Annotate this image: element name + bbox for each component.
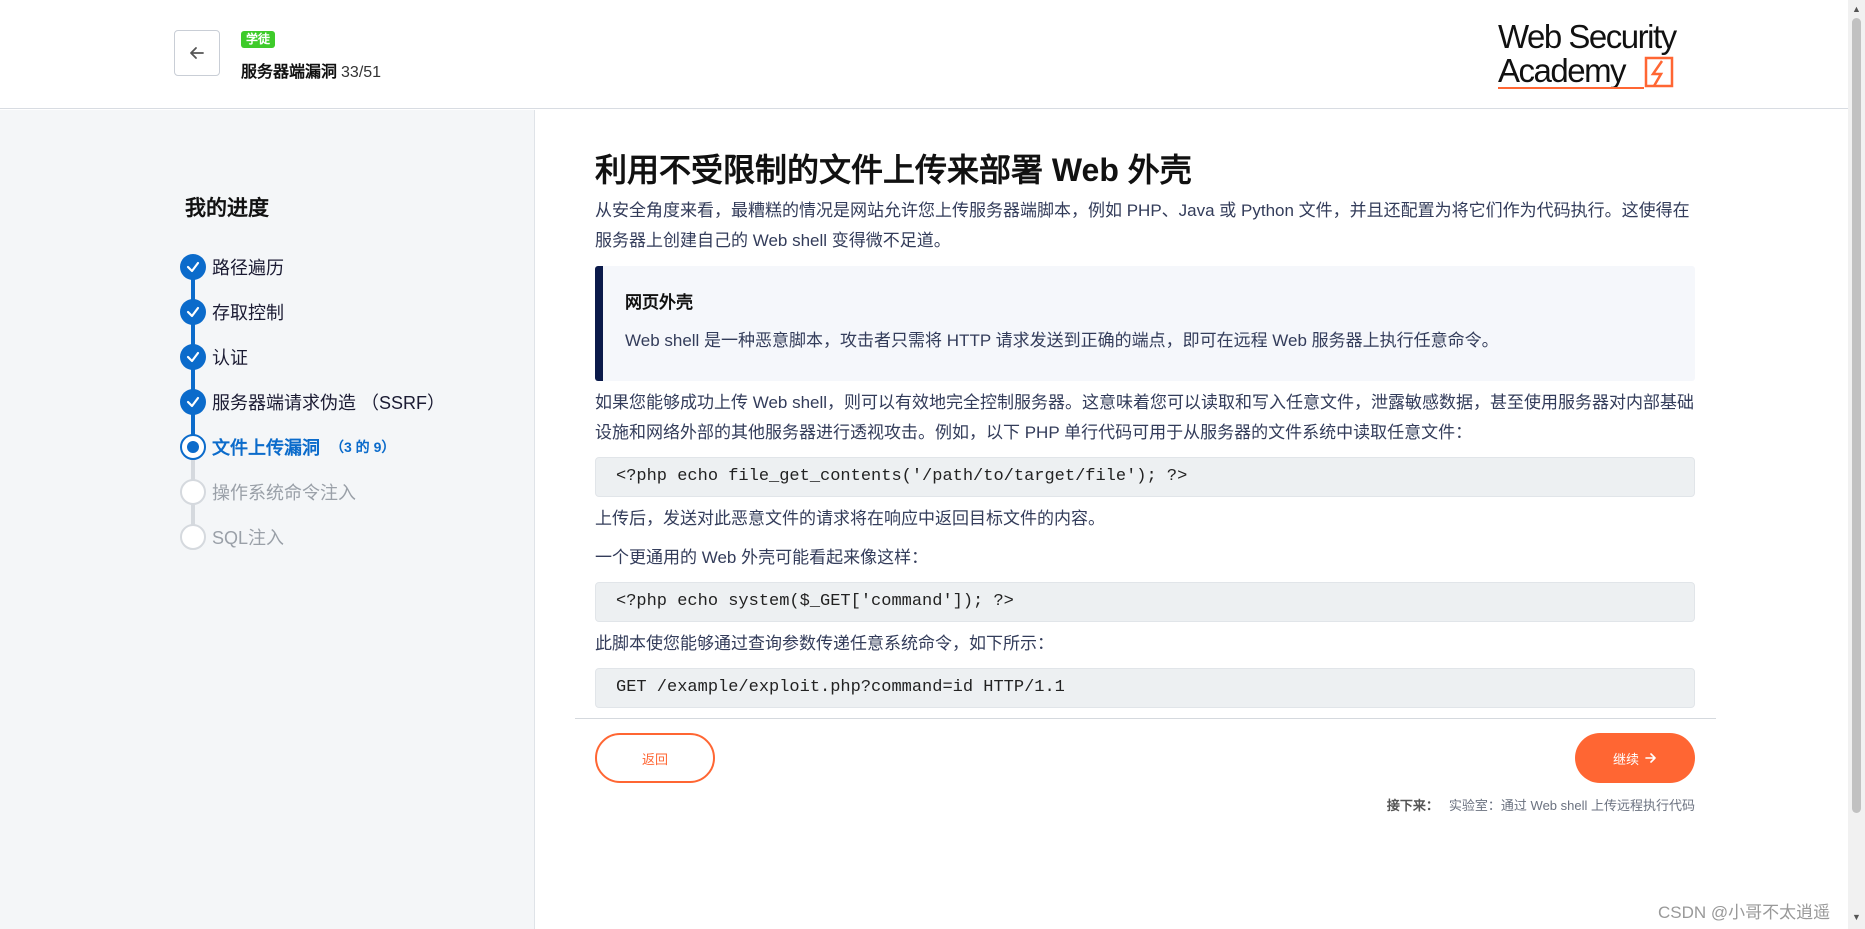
arrow-right-icon (1645, 753, 1656, 763)
footer-divider (575, 718, 1716, 719)
next-up-label: 接下来： (1386, 798, 1439, 813)
next-up-info[interactable]: 接下来： 实验室：通过 Web shell 上传远程执行代码 (1387, 795, 1695, 814)
scroll-down-icon[interactable]: ▼ (1852, 912, 1861, 922)
note-title: 网页外壳 (625, 293, 693, 312)
empty-circle-icon (180, 479, 206, 505)
paragraph-5: 此脚本使您能够通过查询参数传递任意系统命令，如下所示： (595, 634, 1054, 653)
scroll-up-icon[interactable]: ▲ (1852, 4, 1861, 14)
paragraph-3: 上传后，发送对此恶意文件的请求将在响应中返回目标文件的内容。 (595, 509, 1105, 528)
continue-button[interactable]: 继续 (1575, 733, 1695, 783)
step-label: 文件上传漏洞 (212, 438, 320, 458)
back-button[interactable] (174, 30, 220, 76)
course-progress: 服务器端漏洞 33/51 (241, 58, 381, 82)
step-sub-progress: （3 的 9） (330, 439, 396, 455)
top-header: 学徒 服务器端漏洞 33/51 Web Security Academy (0, 0, 1848, 109)
progress-sidebar: 我的进度 路径遍历 存取控制 认证 服务器端请求伪造 （SSRF） 文件上传漏洞… (0, 110, 535, 929)
step-label: 存取控制 (212, 303, 284, 323)
page-scrollbar[interactable]: ▲ ▼ (1848, 0, 1865, 929)
code-block-2: <?php echo system($_GET['command']); ?> (595, 582, 1695, 622)
page-title: 利用不受限制的文件上传来部署 Web 外壳 (595, 152, 1192, 188)
web-shell-note: 网页外壳 Web shell 是一种恶意脚本，攻击者只需将 HTTP 请求发送到… (595, 266, 1695, 381)
progress-title: 我的进度 (185, 197, 269, 220)
code-block-1: <?php echo file_get_contents('/path/to/t… (595, 457, 1695, 497)
check-icon (180, 299, 206, 325)
step-path-traversal[interactable]: 路径遍历 (180, 252, 284, 282)
course-count: 33/51 (341, 64, 382, 81)
step-access-control[interactable]: 存取控制 (180, 297, 284, 327)
back-label: 返回 (641, 751, 668, 767)
step-os-command-injection[interactable]: 操作系统命令注入 (180, 477, 356, 507)
step-ssrf[interactable]: 服务器端请求伪造 （SSRF） (180, 387, 445, 417)
continue-label: 继续 (1612, 751, 1639, 767)
step-label: 路径遍历 (212, 258, 284, 278)
course-title: 服务器端漏洞 (241, 64, 338, 81)
step-label: 服务器端请求伪造 （SSRF） (212, 393, 446, 413)
code-block-3: GET /example/exploit.php?command=id HTTP… (595, 668, 1695, 708)
check-icon (180, 254, 206, 280)
step-authentication[interactable]: 认证 (180, 342, 248, 372)
csdn-watermark: CSDN @小哥不太逍遥 (1658, 903, 1831, 922)
web-security-academy-logo[interactable]: Web Security Academy (1496, 16, 1696, 90)
level-badge: 学徒 (241, 31, 276, 48)
intro-paragraph: 从安全角度来看，最糟糕的情况是网站允许您上传服务器端脚本，例如 PHP、Java… (595, 201, 1690, 250)
note-body: Web shell 是一种恶意脚本，攻击者只需将 HTTP 请求发送到正确的端点… (625, 331, 1499, 350)
step-label: 认证 (212, 348, 248, 368)
paragraph-2: 如果您能够成功上传 Web shell，则可以有效地完全控制服务器。这意味着您可… (595, 393, 1695, 442)
step-label: 操作系统命令注入 (212, 483, 356, 503)
step-file-upload[interactable]: 文件上传漏洞 （3 的 9） (180, 432, 395, 462)
current-step-icon (180, 434, 206, 460)
paragraph-4: 一个更通用的 Web 外壳可能看起来像这样： (595, 548, 929, 567)
next-up-link[interactable]: 实验室：通过 Web shell 上传远程执行代码 (1449, 798, 1695, 813)
logo-line1: Web Security (1498, 18, 1678, 55)
check-icon (180, 344, 206, 370)
scroll-thumb[interactable] (1852, 18, 1861, 813)
step-sql-injection[interactable]: SQL注入 (180, 522, 284, 552)
arrow-left-icon (190, 47, 204, 59)
step-label: SQL注入 (212, 528, 285, 548)
check-icon (180, 389, 206, 415)
logo-line2: Academy (1498, 52, 1627, 89)
back-nav-button[interactable]: 返回 (595, 733, 715, 783)
empty-circle-icon (180, 524, 206, 550)
